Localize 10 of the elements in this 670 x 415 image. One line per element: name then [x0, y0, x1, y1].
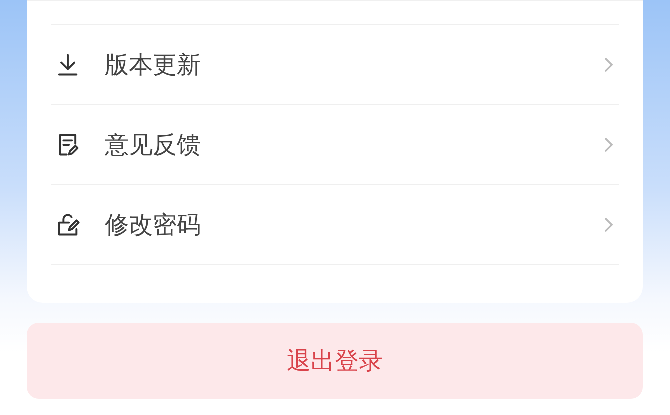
chevron-right-icon — [603, 216, 615, 234]
chevron-right-icon — [603, 56, 615, 74]
menu-label: 意见反馈 — [105, 130, 201, 160]
logout-button[interactable]: 退出登录 — [27, 323, 643, 399]
menu-item[interactable]: 版本更新 — [51, 25, 619, 105]
menu-label: 版本更新 — [105, 50, 201, 80]
menu-label: 修改密码 — [105, 210, 201, 240]
chevron-right-icon — [603, 136, 615, 154]
menu-item[interactable]: 意见反馈 — [51, 105, 619, 185]
menu-item[interactable]: 修改密码 — [51, 185, 619, 265]
